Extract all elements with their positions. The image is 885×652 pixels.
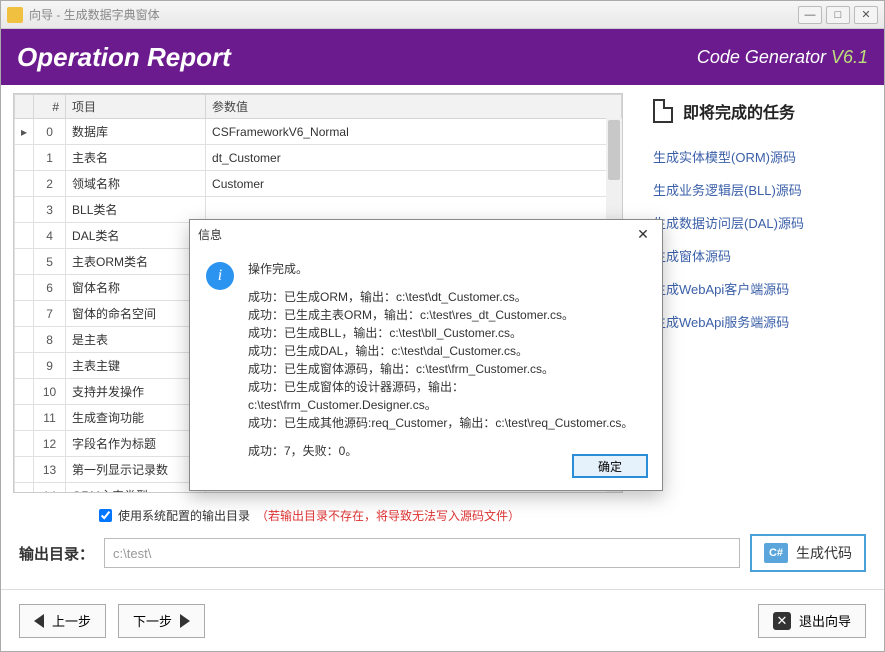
dialog-title: 信息 xyxy=(198,226,632,243)
use-system-dir-checkbox[interactable] xyxy=(99,509,112,522)
app-icon xyxy=(7,7,23,23)
exit-wizard-button[interactable]: ✕ 退出向导 xyxy=(758,604,866,638)
output-dir-label: 输出目录： xyxy=(19,543,94,564)
output-dir-input[interactable] xyxy=(104,538,740,568)
tasks-heading: 即将完成的任务 xyxy=(653,99,804,123)
table-row[interactable]: ▸0数据库CSFrameworkV6_Normal xyxy=(15,119,622,145)
col-value: 参数值 xyxy=(206,95,622,119)
banner: Operation Report Code Generator V6.1 xyxy=(1,29,884,85)
banner-title: Operation Report xyxy=(17,42,231,73)
result-line: 成功：已生成DAL，输出：c:\test\dal_Customer.cs。 xyxy=(248,342,646,360)
arrow-left-icon xyxy=(34,614,44,628)
col-index: # xyxy=(34,95,66,119)
table-row[interactable]: 1主表名dt_Customer xyxy=(15,145,622,171)
generate-code-button[interactable]: C# 生成代码 xyxy=(750,534,866,572)
arrow-right-icon xyxy=(180,614,190,628)
document-icon xyxy=(653,99,673,123)
scroll-thumb[interactable] xyxy=(608,120,620,180)
dialog-message: 操作完成。 成功：已生成ORM，输出：c:\test\dt_Customer.c… xyxy=(248,260,646,460)
info-dialog: 信息 ✕ i 操作完成。 成功：已生成ORM，输出：c:\test\dt_Cus… xyxy=(189,219,663,491)
prev-button[interactable]: 上一步 xyxy=(19,604,106,638)
task-item: 生成WebApi客户端源码 xyxy=(653,279,804,298)
task-item: 生成业务逻辑层(BLL)源码 xyxy=(653,180,804,199)
info-icon: i xyxy=(206,262,234,290)
result-line: 成功：已生成ORM，输出：c:\test\dt_Customer.cs。 xyxy=(248,288,646,306)
task-item: 生成实体模型(ORM)源码 xyxy=(653,147,804,166)
window-title: 向导 - 生成数据字典窗体 xyxy=(29,6,798,23)
task-item: 生成WebApi服务端源码 xyxy=(653,312,804,331)
minimize-button[interactable]: — xyxy=(798,6,822,24)
banner-brand: Code Generator V6.1 xyxy=(697,47,868,68)
table-row[interactable]: 2领域名称Customer xyxy=(15,171,622,197)
task-item: 生成窗体源码 xyxy=(653,246,804,265)
maximize-button[interactable]: □ xyxy=(826,6,850,24)
col-project: 项目 xyxy=(66,95,206,119)
close-button[interactable]: ✕ xyxy=(854,6,878,24)
result-line: 成功：已生成窗体源码，输出：c:\test\frm_Customer.cs。 xyxy=(248,360,646,378)
csharp-icon: C# xyxy=(764,543,788,563)
result-line: 成功：已生成窗体的设计器源码，输出：c:\test\frm_Customer.D… xyxy=(248,378,646,414)
next-button[interactable]: 下一步 xyxy=(118,604,205,638)
result-line: 成功：已生成BLL，输出：c:\test\bll_Customer.cs。 xyxy=(248,324,646,342)
dialog-close-button[interactable]: ✕ xyxy=(632,223,654,245)
dialog-ok-button[interactable]: 确定 xyxy=(572,454,648,478)
use-system-dir-label: 使用系统配置的输出目录 xyxy=(118,507,250,524)
result-line: 成功：已生成主表ORM，输出：c:\test\res_dt_Customer.c… xyxy=(248,306,646,324)
task-item: 生成数据访问层(DAL)源码 xyxy=(653,213,804,232)
output-hint: （若输出目录不存在，将导致无法写入源码文件） xyxy=(256,507,520,524)
titlebar: 向导 - 生成数据字典窗体 — □ ✕ xyxy=(1,1,884,29)
close-icon: ✕ xyxy=(773,612,791,630)
result-line: 成功：已生成其他源码:req_Customer，输出：c:\test\req_C… xyxy=(248,414,646,432)
table-header-row: # 项目 参数值 xyxy=(15,95,622,119)
